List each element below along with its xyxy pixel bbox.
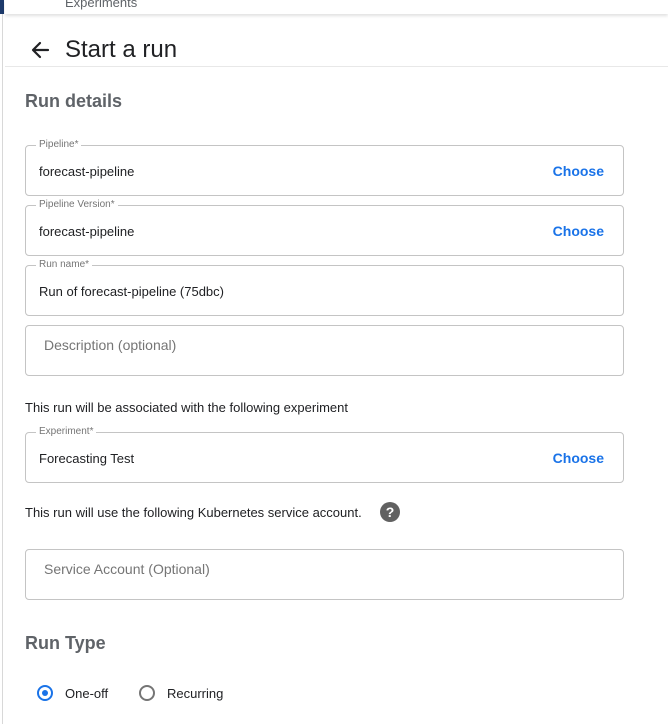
pipeline-field: Pipeline* forecast-pipeline Choose — [25, 139, 624, 196]
page-title: Start a run — [65, 36, 178, 63]
choose-pipeline-button[interactable]: Choose — [553, 163, 604, 179]
radio-one-off-label: One-off — [65, 685, 109, 701]
run-name-field[interactable]: Run name* Run of forecast-pipeline (75db… — [25, 259, 624, 316]
nav-indicator — [0, 0, 4, 14]
arrow-left-icon — [31, 41, 50, 59]
service-account-field[interactable]: Service Account (Optional) — [25, 549, 624, 600]
help-circle-icon[interactable]: ? — [380, 502, 400, 522]
service-account-input[interactable]: Service Account (Optional) — [44, 561, 210, 577]
header-divider — [5, 66, 668, 67]
radio-recurring-label: Recurring — [167, 685, 224, 701]
pipeline-value: forecast-pipeline — [39, 164, 135, 179]
description-input[interactable]: Description (optional) — [44, 337, 176, 353]
radio-one-off-circle[interactable] — [37, 685, 53, 701]
experiment-field: Experiment* Forecasting Test Choose — [25, 426, 624, 483]
experiment-note: This run will be associated with the fol… — [25, 400, 348, 415]
back-button[interactable] — [28, 37, 54, 63]
choose-pipeline-version-button[interactable]: Choose — [553, 223, 604, 239]
run-name-input[interactable]: Run of forecast-pipeline (75dbc) — [39, 284, 224, 299]
radio-recurring-circle[interactable] — [139, 685, 155, 701]
experiment-label: Experiment* — [36, 426, 97, 438]
service-account-note: This run will use the following Kubernet… — [25, 505, 362, 520]
radio-recurring[interactable]: Recurring — [139, 682, 223, 704]
breadcrumb-experiments[interactable]: Experiments — [65, 0, 137, 10]
radio-one-off[interactable]: One-off — [37, 682, 108, 704]
pipeline-version-label: Pipeline Version* — [36, 199, 118, 211]
pipeline-label: Pipeline* — [36, 139, 82, 151]
pipeline-version-field: Pipeline Version* forecast-pipeline Choo… — [25, 199, 624, 256]
run-type-title: Run Type — [25, 633, 106, 653]
top-bar: Experiments — [5, 0, 668, 14]
pipeline-version-value: forecast-pipeline — [39, 224, 135, 239]
run-details-title: Run details — [25, 91, 123, 111]
description-field[interactable]: Description (optional) — [25, 325, 624, 376]
run-name-label: Run name* — [36, 259, 93, 271]
choose-experiment-button[interactable]: Choose — [553, 450, 604, 466]
experiment-value: Forecasting Test — [39, 451, 135, 466]
sidebar-edge — [2, 0, 3, 724]
